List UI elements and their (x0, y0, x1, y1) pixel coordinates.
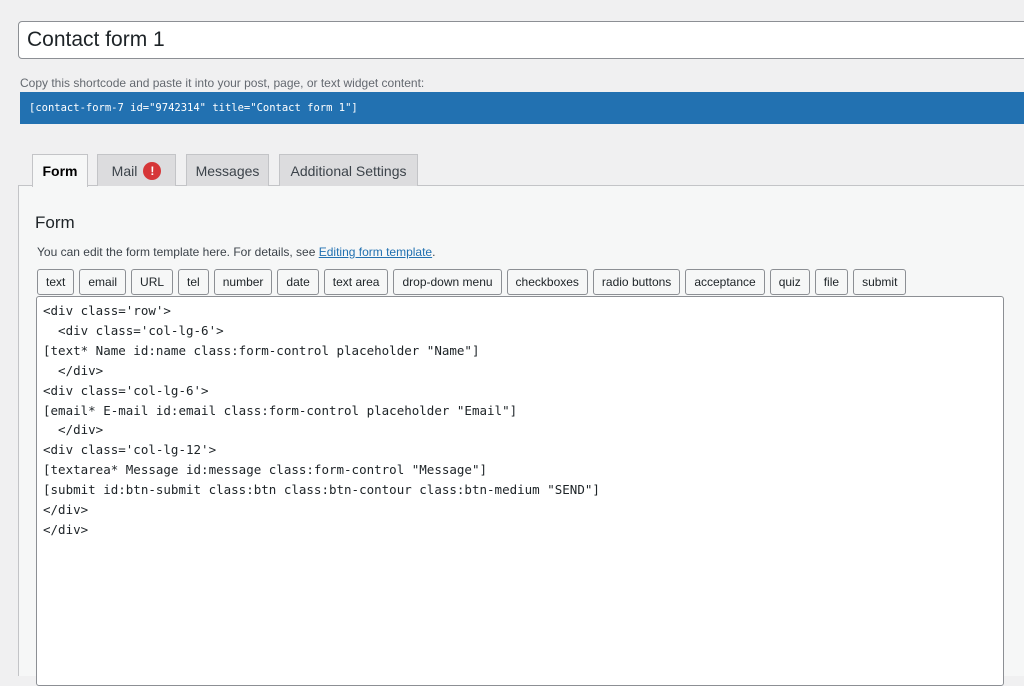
tab-bar: Form Mail ! Messages Additional Settings (18, 154, 1024, 187)
tag-acceptance-button[interactable]: acceptance (685, 269, 765, 295)
tag-radio-buttons-button[interactable]: radio buttons (592, 269, 681, 295)
tag-checkboxes-button[interactable]: checkboxes (506, 269, 588, 295)
panel-heading: Form (35, 213, 75, 232)
tag-dropdown-button[interactable]: drop-down menu (393, 269, 502, 295)
tab-messages[interactable]: Messages (186, 154, 269, 186)
tab-form[interactable]: Form (32, 154, 88, 187)
tag-textarea-button[interactable]: text area (323, 269, 389, 295)
tab-mail[interactable]: Mail ! (97, 154, 176, 186)
tab-messages-label: Messages (195, 162, 260, 179)
tab-additional-settings-label: Additional Settings (290, 162, 407, 179)
form-template-editor[interactable]: <div class='row'> <div class='col-lg-6'>… (36, 296, 1004, 686)
tag-file-button[interactable]: file (814, 269, 849, 295)
panel-description: You can edit the form template here. For… (37, 245, 435, 259)
tag-generator-bar: text email URL tel number date text area… (37, 269, 907, 295)
form-title-input[interactable] (18, 21, 1024, 59)
editing-form-template-link[interactable]: Editing form template (319, 245, 432, 259)
tag-tel-button[interactable]: tel (178, 269, 209, 295)
tag-date-button[interactable]: date (277, 269, 319, 295)
tag-submit-button[interactable]: submit (853, 269, 907, 295)
tag-email-button[interactable]: email (79, 269, 127, 295)
tab-additional-settings[interactable]: Additional Settings (279, 154, 418, 186)
tab-form-label: Form (42, 163, 78, 179)
tab-mail-label: Mail (111, 162, 138, 179)
tag-url-button[interactable]: URL (131, 269, 174, 295)
warning-badge-icon: ! (143, 161, 162, 180)
tag-number-button[interactable]: number (213, 269, 273, 295)
shortcode-label: Copy this shortcode and paste it into yo… (20, 76, 425, 90)
tag-text-button[interactable]: text (37, 269, 75, 295)
panel-description-suffix: . (432, 245, 436, 259)
panel-description-text: You can edit the form template here. For… (37, 245, 319, 259)
shortcode-field[interactable]: [contact-form-7 id="9742314" title="Cont… (20, 92, 1024, 124)
tag-quiz-button[interactable]: quiz (769, 269, 810, 295)
form-panel: Form You can edit the form template here… (18, 186, 1024, 686)
